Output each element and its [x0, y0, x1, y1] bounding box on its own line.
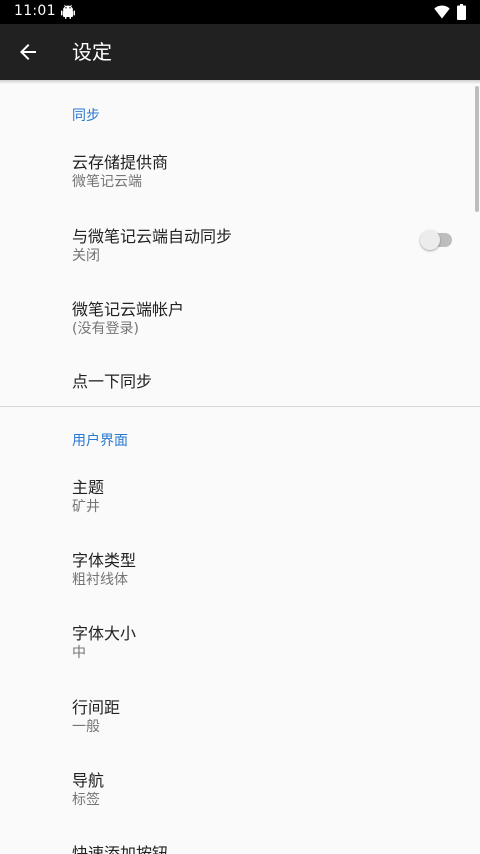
pref-title: 字体类型 — [72, 551, 137, 570]
pref-theme[interactable]: 主题 矿井 — [0, 454, 480, 526]
page-title: 设定 — [72, 40, 112, 64]
pref-title: 主题 — [72, 478, 105, 497]
android-icon — [61, 4, 75, 19]
status-bar: 11:01 — [0, 0, 480, 24]
pref-summary: 关闭 — [72, 248, 100, 264]
pref-title: 与微笔记云端自动同步 — [72, 227, 233, 246]
pref-title: 云存储提供商 — [72, 153, 169, 172]
pref-font-type[interactable]: 字体类型 粗衬线体 — [0, 527, 480, 599]
battery-icon — [457, 4, 466, 20]
pref-title: 导航 — [72, 771, 105, 790]
pref-cloud-account[interactable]: 微笔记云端帐户 (没有登录) — [0, 275, 480, 347]
pref-font-size[interactable]: 字体大小 中 — [0, 600, 480, 672]
pref-tap-to-sync[interactable]: 点一下同步 — [0, 348, 480, 405]
wifi-icon — [434, 5, 450, 19]
pref-title: 快速添加按钮 — [72, 844, 169, 854]
auto-sync-toggle[interactable] — [420, 230, 454, 250]
pref-quick-add-button[interactable]: 快速添加按钮 — [0, 820, 480, 854]
section-header-ui: 用户界面 — [72, 433, 128, 449]
status-time: 11:01 — [14, 3, 56, 19]
pref-title: 字体大小 — [72, 624, 137, 643]
pref-summary: 微笔记云端 — [72, 174, 142, 190]
section-header-sync: 同步 — [72, 108, 100, 124]
pref-summary: 一般 — [72, 719, 100, 735]
pref-line-spacing[interactable]: 行间距 一般 — [0, 674, 480, 746]
pref-auto-sync[interactable]: 与微笔记云端自动同步 关闭 — [0, 202, 480, 274]
arrow-back-icon[interactable] — [16, 40, 40, 64]
pref-summary: 标签 — [72, 792, 100, 808]
pref-summary: (没有登录) — [72, 321, 139, 337]
app-bar: 设定 — [0, 24, 480, 80]
settings-list[interactable]: 同步 云存储提供商 微笔记云端 与微笔记云端自动同步 关闭 微笔记云端帐户 (没… — [0, 80, 480, 854]
pref-title: 行间距 — [72, 698, 121, 717]
section-divider — [0, 406, 480, 407]
toggle-thumb — [420, 230, 440, 250]
pref-summary: 中 — [72, 645, 86, 661]
pref-cloud-provider[interactable]: 云存储提供商 微笔记云端 — [0, 128, 480, 200]
pref-navigation[interactable]: 导航 标签 — [0, 747, 480, 819]
pref-title: 微笔记云端帐户 — [72, 300, 185, 319]
pref-summary: 粗衬线体 — [72, 572, 128, 588]
pref-summary: 矿井 — [72, 499, 100, 515]
pref-title: 点一下同步 — [72, 372, 153, 391]
